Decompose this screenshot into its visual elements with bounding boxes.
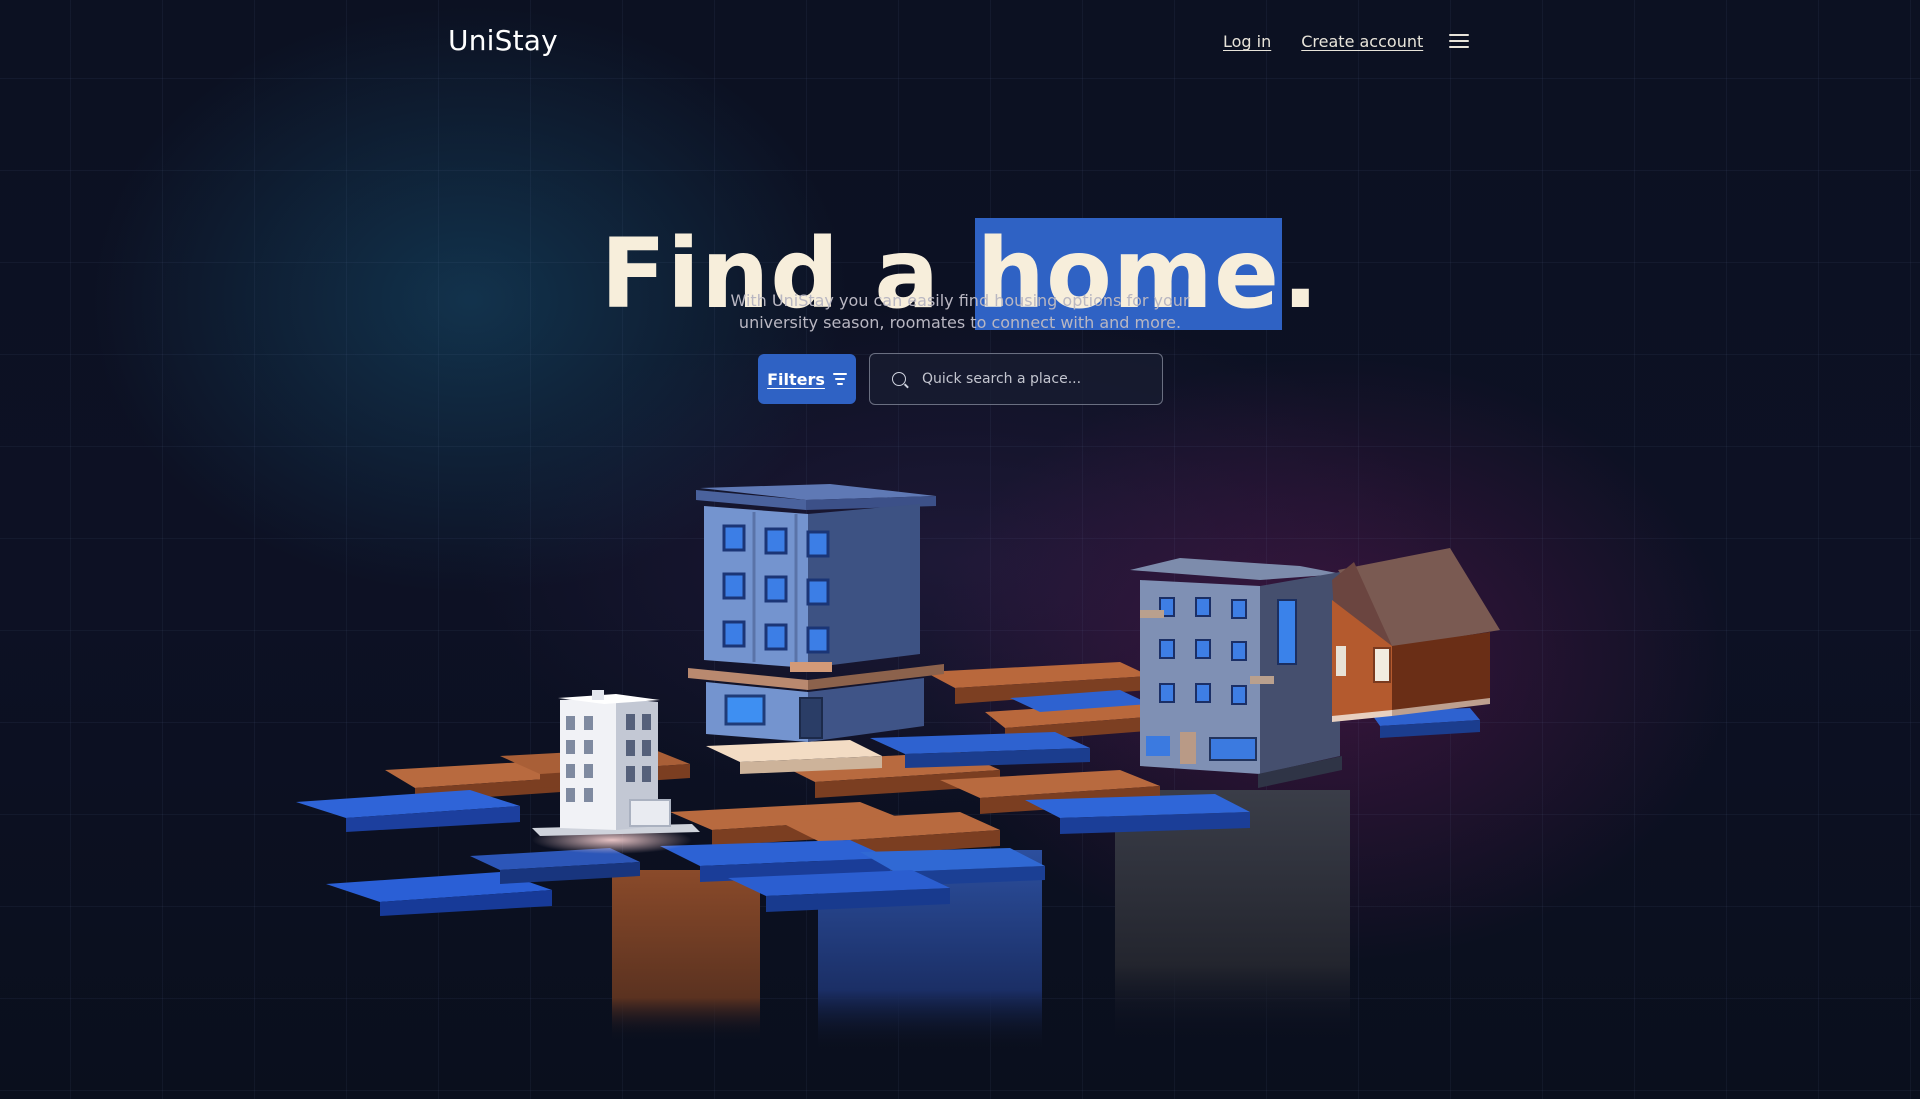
quick-search-input[interactable]: [920, 370, 1144, 388]
white-tower-building: [532, 690, 700, 854]
isometric-city-illustration: [296, 484, 1500, 1050]
hero-title-suffix: .: [1282, 218, 1320, 331]
nav-links: Log in Create account: [1223, 32, 1423, 51]
hero-subtitle: With UniStay you can easily find housing…: [660, 290, 1260, 334]
support-pillars: [612, 790, 1350, 1050]
top-navigation: UniStay Log in Create account: [0, 0, 1920, 90]
gray-pillar: [1115, 790, 1350, 1040]
filter-icon: [832, 373, 847, 385]
blue-apartment-building: [688, 484, 944, 742]
orange-pillar: [612, 870, 760, 1040]
quick-search-box[interactable]: [869, 353, 1163, 405]
hero-subtitle-line-2: university season, roomates to connect w…: [738, 313, 1182, 332]
filters-button[interactable]: Filters: [758, 354, 856, 404]
blue-pillar: [818, 850, 1042, 1050]
create-account-link[interactable]: Create account: [1301, 32, 1423, 51]
hamburger-menu-icon[interactable]: [1449, 34, 1469, 50]
background-grid: [0, 0, 1920, 1099]
login-link[interactable]: Log in: [1223, 32, 1271, 51]
unistay-logo[interactable]: UniStay: [448, 24, 558, 57]
blue-tiles: [296, 690, 1480, 916]
search-icon: [892, 372, 906, 386]
cream-base: [706, 740, 882, 762]
gray-apartment-building: [1130, 558, 1342, 788]
orange-tiles: [385, 662, 1160, 858]
brown-house: [1332, 548, 1500, 722]
filters-label: Filters: [767, 369, 825, 389]
hero-subtitle-line-1: With UniStay you can easily find housing…: [730, 291, 1190, 310]
